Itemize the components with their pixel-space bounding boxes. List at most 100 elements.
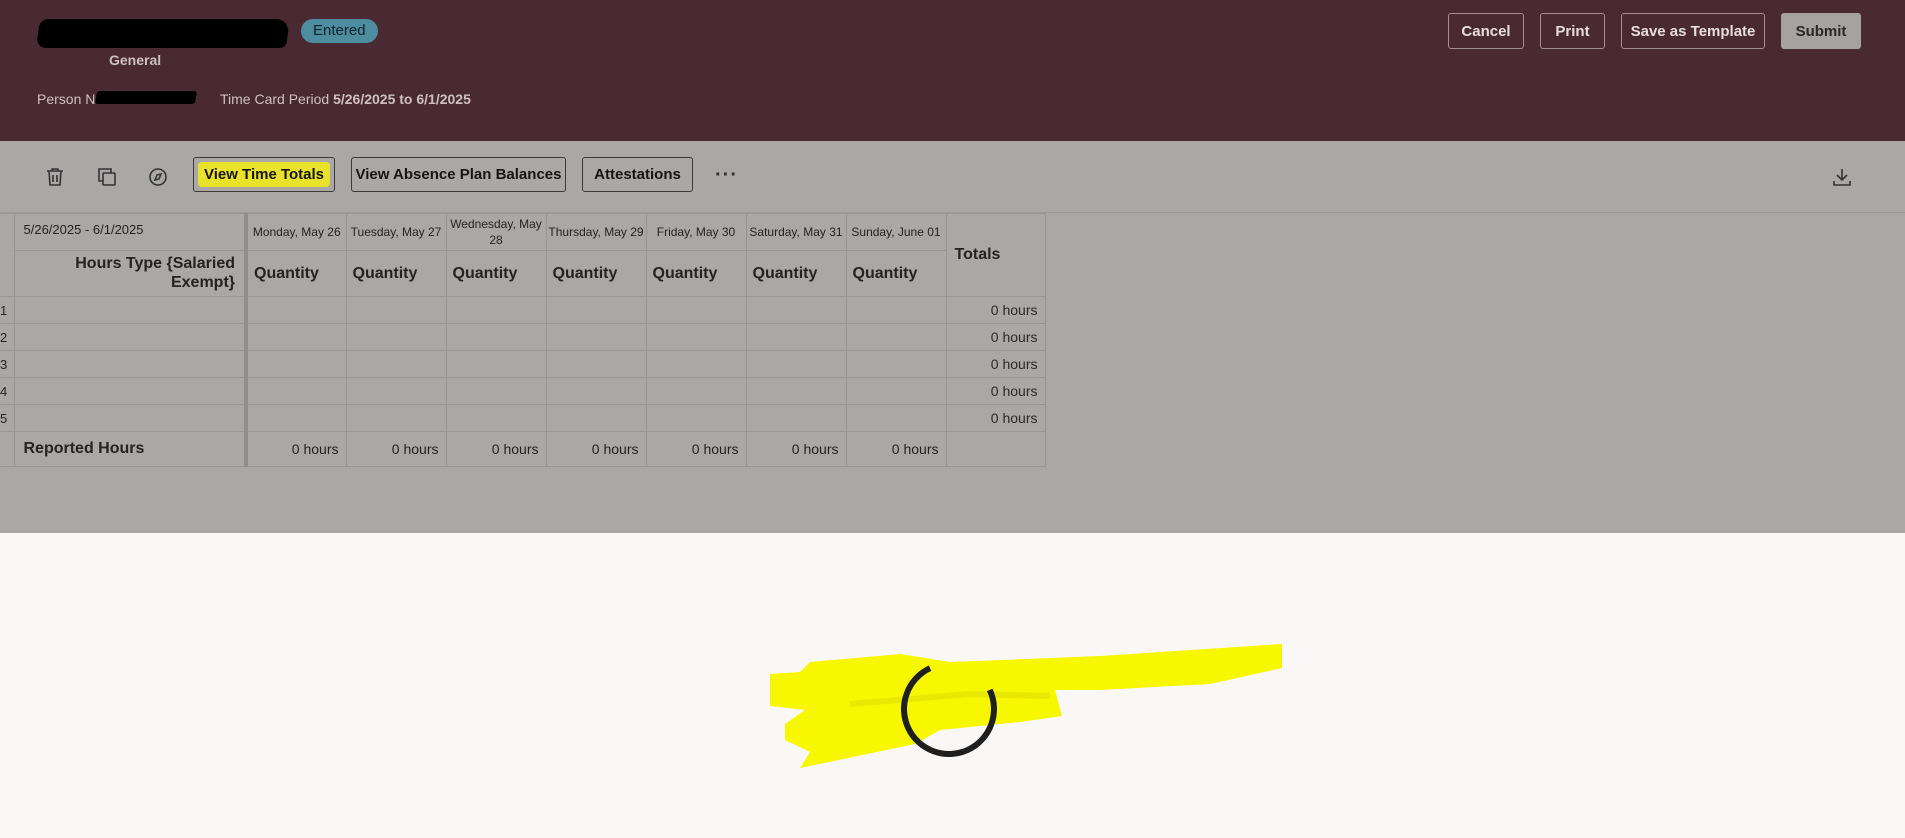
- quantity-cell[interactable]: [745, 377, 847, 405]
- hours-type-cell[interactable]: [13, 377, 248, 405]
- quantity-cell[interactable]: [545, 377, 647, 405]
- row-total: 0 hours: [945, 323, 1046, 351]
- quantity-cell[interactable]: [745, 296, 847, 324]
- time-card-period: Time Card Period 5/26/2025 to 6/1/2025: [220, 91, 471, 107]
- hours-type-cell[interactable]: [13, 296, 248, 324]
- quantity-cell[interactable]: [345, 350, 447, 378]
- row-total: 0 hours: [945, 350, 1046, 378]
- person-number-label: Person Nu: [37, 91, 104, 107]
- row-number: [0, 431, 15, 467]
- delete-icon[interactable]: [43, 165, 67, 189]
- quantity-cell[interactable]: [645, 296, 747, 324]
- view-absence-plan-balances-button[interactable]: View Absence Plan Balances: [351, 157, 566, 192]
- quantity-cell[interactable]: [645, 377, 747, 405]
- hours-type-cell[interactable]: [13, 323, 248, 351]
- quantity-cell[interactable]: [745, 404, 847, 432]
- status-badge: Entered: [301, 19, 378, 43]
- quantity-cell[interactable]: [345, 377, 447, 405]
- redacted-name: [35, 19, 291, 48]
- copy-icon[interactable]: [95, 165, 119, 189]
- row-number-header: [0, 213, 15, 297]
- print-button[interactable]: Print: [1540, 13, 1605, 49]
- quantity-cell[interactable]: [845, 350, 947, 378]
- day-header-sun: Sunday, June 01: [845, 213, 947, 251]
- quantity-header: Quantity: [845, 250, 947, 297]
- reported-hours-value: 0 hours: [445, 431, 547, 467]
- row-number: 3: [0, 350, 15, 378]
- quantity-cell[interactable]: [545, 350, 647, 378]
- quantity-cell[interactable]: [445, 404, 547, 432]
- day-header-sat: Saturday, May 31: [745, 213, 847, 251]
- table-row: 2 0 hours: [0, 323, 1046, 351]
- quantity-cell[interactable]: [645, 404, 747, 432]
- row-total: 0 hours: [945, 404, 1046, 432]
- view-time-totals-label: View Time Totals: [197, 162, 331, 187]
- download-icon[interactable]: [1830, 165, 1854, 189]
- reported-hours-value: 0 hours: [245, 431, 347, 467]
- save-as-template-button[interactable]: Save as Template: [1621, 13, 1765, 49]
- quantity-cell[interactable]: [245, 350, 347, 378]
- quantity-cell[interactable]: [645, 350, 747, 378]
- quantity-header: Quantity: [345, 250, 447, 297]
- time-card-table: 5/26/2025 - 6/1/2025 Monday, May 26 Tues…: [0, 213, 1046, 467]
- quantity-cell[interactable]: [845, 296, 947, 324]
- reported-hours-row: Reported Hours 0 hours 0 hours 0 hours 0…: [0, 431, 1046, 467]
- reported-hours-value: 0 hours: [745, 431, 847, 467]
- quantity-cell[interactable]: [645, 323, 747, 351]
- day-header-thu: Thursday, May 29: [545, 213, 647, 251]
- compass-icon[interactable]: [146, 165, 170, 189]
- quantity-cell[interactable]: [745, 350, 847, 378]
- day-header-fri: Friday, May 30: [645, 213, 747, 251]
- page-subtitle: General: [109, 52, 162, 68]
- row-total: 0 hours: [945, 296, 1046, 324]
- quantity-cell[interactable]: [245, 296, 347, 324]
- table-row: 3 0 hours: [0, 350, 1046, 378]
- hours-type-cell[interactable]: [13, 404, 248, 432]
- quantity-cell[interactable]: [845, 404, 947, 432]
- time-card-period-value: 5/26/2025 to 6/1/2025: [333, 91, 471, 107]
- quantity-cell[interactable]: [245, 404, 347, 432]
- time-card-grid-area: 5/26/2025 - 6/1/2025 Monday, May 26 Tues…: [0, 213, 1905, 533]
- table-row: 1 0 hours: [0, 296, 1046, 324]
- totals-header: Totals: [945, 213, 1046, 297]
- reported-hours-value: 0 hours: [545, 431, 647, 467]
- more-icon[interactable]: ···: [715, 165, 739, 189]
- quantity-cell[interactable]: [445, 296, 547, 324]
- reported-hours-total: [945, 431, 1046, 467]
- quantity-header: Quantity: [545, 250, 647, 297]
- quantity-cell[interactable]: [845, 377, 947, 405]
- cancel-button[interactable]: Cancel: [1448, 13, 1524, 49]
- quantity-cell[interactable]: [845, 323, 947, 351]
- row-number: 1: [0, 296, 15, 324]
- day-header-mon: Monday, May 26: [245, 213, 347, 251]
- quantity-cell[interactable]: [545, 404, 647, 432]
- toolbar: View Time Totals View Absence Plan Balan…: [0, 141, 1905, 213]
- quantity-cell[interactable]: [445, 377, 547, 405]
- quantity-cell[interactable]: [445, 323, 547, 351]
- quantity-cell[interactable]: [545, 323, 647, 351]
- hours-type-cell[interactable]: [13, 350, 248, 378]
- quantity-cell[interactable]: [245, 323, 347, 351]
- quantity-cell[interactable]: [545, 296, 647, 324]
- quantity-cell[interactable]: [345, 296, 447, 324]
- attestations-button[interactable]: Attestations: [582, 157, 693, 192]
- view-time-totals-button[interactable]: View Time Totals: [193, 157, 335, 192]
- quantity-header: Quantity: [645, 250, 747, 297]
- quantity-header: Quantity: [745, 250, 847, 297]
- reported-hours-label: Reported Hours: [13, 431, 248, 467]
- quantity-cell[interactable]: [345, 404, 447, 432]
- highlight-scribble: [770, 644, 1282, 768]
- table-row: 5 0 hours: [0, 404, 1046, 432]
- quantity-cell[interactable]: [745, 323, 847, 351]
- table-row: 4 0 hours: [0, 377, 1046, 405]
- reported-hours-value: 0 hours: [845, 431, 947, 467]
- submit-button[interactable]: Submit: [1781, 13, 1861, 49]
- quantity-cell[interactable]: [345, 323, 447, 351]
- quantity-header: Quantity: [445, 250, 547, 297]
- period-range-label: 5/26/2025 - 6/1/2025: [13, 213, 248, 251]
- quantity-cell[interactable]: [445, 350, 547, 378]
- quantity-cell[interactable]: [245, 377, 347, 405]
- quantity-header: Quantity: [245, 250, 347, 297]
- row-number: 5: [0, 404, 15, 432]
- row-number: 2: [0, 323, 15, 351]
